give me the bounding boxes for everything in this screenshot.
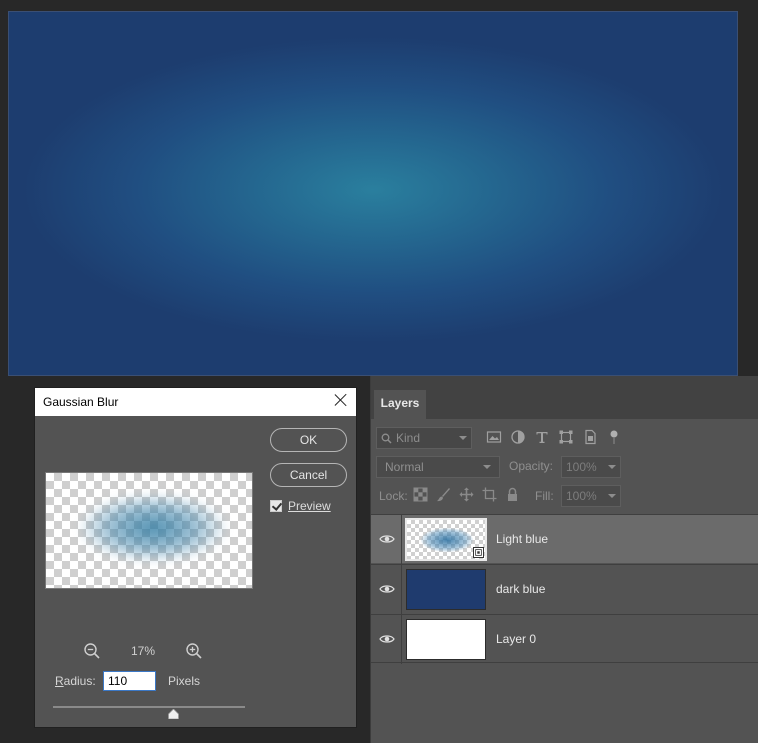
opacity-label: Opacity: [509, 459, 554, 473]
layer-row-layer-0[interactable]: Layer 0 [371, 614, 758, 664]
filter-toggle-icon[interactable] [606, 429, 622, 445]
lock-all-icon[interactable] [505, 487, 520, 502]
eye-icon[interactable] [379, 532, 395, 546]
ok-button[interactable]: OK [270, 428, 347, 452]
lock-transparent-pixels-icon[interactable] [413, 487, 428, 502]
lock-position-icon[interactable] [459, 487, 474, 502]
zoom-in-icon[interactable] [185, 642, 203, 660]
smart-object-badge-icon [473, 547, 484, 558]
chevron-down-icon [608, 465, 616, 469]
zoom-level: 17% [130, 644, 156, 658]
document-canvas[interactable] [8, 11, 738, 376]
layer-filter-icons [486, 429, 622, 445]
panel-tabbar: Layers [371, 376, 758, 419]
adjustment-layer-filter-icon[interactable] [510, 429, 526, 445]
chevron-down-icon [483, 465, 491, 469]
layer-name[interactable]: dark blue [496, 582, 545, 596]
column-divider [401, 615, 402, 664]
radius-input[interactable] [103, 671, 156, 691]
eye-icon[interactable] [379, 632, 395, 646]
blend-mode-value: Normal [385, 460, 424, 474]
kind-filter-label: Kind [396, 431, 421, 445]
shape-layer-filter-icon[interactable] [558, 429, 574, 445]
slider-thumb-icon[interactable] [167, 709, 179, 719]
layer-row-dark-blue[interactable]: dark blue [371, 564, 758, 614]
blend-mode-select[interactable]: Normal [376, 456, 500, 478]
kind-filter-select[interactable]: Kind [376, 427, 472, 449]
slider-track[interactable] [53, 706, 245, 708]
type-layer-filter-icon[interactable] [534, 429, 550, 445]
radius-row: Radius: Pixels [55, 671, 200, 691]
layers-panel: Layers Kind Normal Opacity: 100% Lock: F… [370, 376, 758, 743]
layer-name[interactable]: Layer 0 [496, 632, 536, 646]
lock-label: Lock: [379, 489, 408, 503]
radius-slider[interactable] [53, 705, 245, 719]
fill-value: 100% [566, 489, 597, 503]
layer-row-light-blue[interactable]: Light blue [371, 514, 758, 564]
artboard-lock-icon[interactable] [482, 487, 497, 502]
radius-unit: Pixels [168, 674, 201, 688]
preview-checkbox-label: Preview [288, 499, 331, 513]
lock-icons [413, 487, 520, 502]
close-icon[interactable] [334, 393, 348, 407]
lock-image-pixels-icon[interactable] [436, 487, 451, 502]
layer-thumbnail[interactable] [405, 518, 487, 561]
chevron-down-icon [459, 436, 467, 440]
layer-thumbnail[interactable] [406, 569, 486, 610]
cancel-button[interactable]: Cancel [270, 463, 347, 487]
tab-layers[interactable]: Layers [374, 390, 426, 419]
opacity-value: 100% [566, 460, 597, 474]
fill-label: Fill: [535, 489, 554, 503]
dialog-title: Gaussian Blur [43, 395, 119, 409]
pixel-layer-filter-icon[interactable] [486, 429, 502, 445]
gaussian-blur-dialog: Gaussian Blur OK Cancel Preview 17% Radi… [34, 387, 357, 728]
opacity-field[interactable]: 100% [561, 456, 621, 478]
column-divider [401, 565, 402, 614]
dialog-titlebar: Gaussian Blur [35, 388, 356, 416]
fill-field[interactable]: 100% [561, 485, 621, 507]
preview-checkbox[interactable]: Preview [270, 499, 331, 513]
preview-blur-shape [78, 493, 228, 563]
chevron-down-icon [608, 494, 616, 498]
zoom-controls: 17% [83, 642, 203, 660]
search-icon [381, 433, 392, 444]
radius-label: Radius: [55, 674, 96, 688]
filter-preview-area[interactable] [45, 472, 253, 589]
thumbnail-blur-shape [421, 528, 473, 552]
layer-thumbnail[interactable] [406, 619, 486, 660]
eye-icon[interactable] [379, 582, 395, 596]
column-divider [401, 515, 402, 564]
zoom-out-icon[interactable] [83, 642, 101, 660]
checkbox-checked-icon[interactable] [270, 500, 282, 512]
smart-object-filter-icon[interactable] [582, 429, 598, 445]
layer-name[interactable]: Light blue [496, 532, 548, 546]
